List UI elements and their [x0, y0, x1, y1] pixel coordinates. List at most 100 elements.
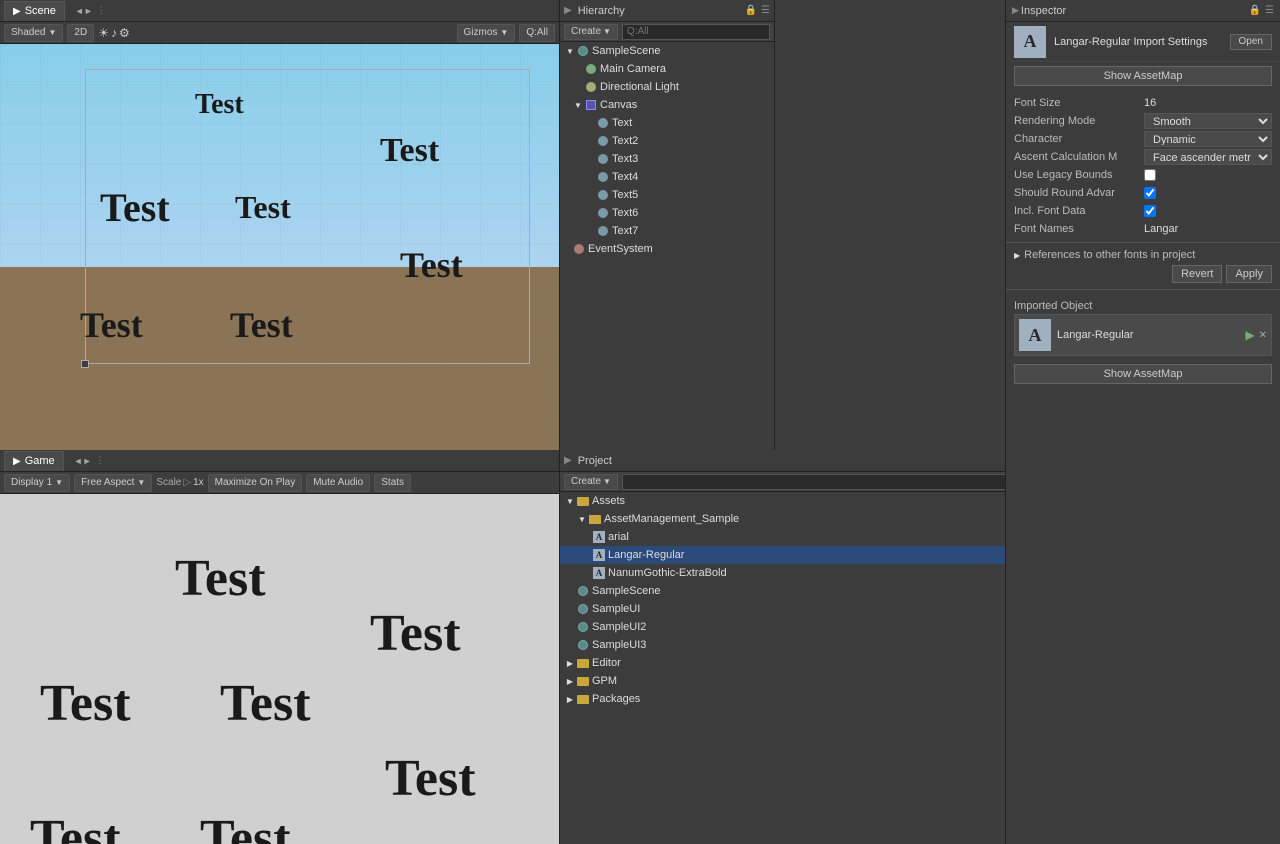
- sampleui2-icon: [576, 620, 590, 634]
- langar-font-icon: A: [592, 548, 606, 562]
- incl-font-row: Incl. Font Data: [1006, 202, 1280, 220]
- stats-btn[interactable]: Stats: [374, 474, 411, 492]
- scene-tab-bar: ▶ Scene ◄► ⋮: [0, 0, 559, 22]
- project-label-assetmgmt: AssetManagement_Sample: [604, 513, 739, 525]
- scene-tab-label: Scene: [25, 5, 56, 17]
- references-row[interactable]: ▶ References to other fonts in project: [1006, 247, 1280, 263]
- hierarchy-label-text2: Text2: [612, 135, 638, 147]
- game-test-7: Test: [200, 809, 291, 844]
- hierarchy-item-text3[interactable]: Text3: [560, 150, 774, 168]
- imported-preview-icon[interactable]: ▶: [1245, 328, 1254, 342]
- hierarchy-item-text5[interactable]: Text5: [560, 186, 774, 204]
- imported-font-icon: A: [1019, 319, 1051, 351]
- use-legacy-row: Use Legacy Bounds: [1006, 166, 1280, 184]
- lights-icon[interactable]: ☀: [98, 26, 109, 40]
- incl-font-checkbox[interactable]: [1144, 205, 1156, 217]
- hierarchy-item-text4[interactable]: Text4: [560, 168, 774, 186]
- audio-icon[interactable]: ♪: [111, 26, 117, 40]
- ascent-dropdown[interactable]: Face ascender metric: [1144, 149, 1272, 165]
- maximize-btn[interactable]: Maximize On Play: [208, 474, 303, 492]
- rendering-mode-dropdown[interactable]: Smooth: [1144, 113, 1272, 129]
- should-round-checkbox[interactable]: [1144, 187, 1156, 199]
- hierarchy-item-text6[interactable]: Text6: [560, 204, 774, 222]
- font-names-row: Font Names Langar: [1006, 220, 1280, 238]
- font-size-value: 16: [1144, 97, 1272, 109]
- hierarchy-item-main-camera[interactable]: Main Camera: [560, 60, 774, 78]
- game-viewport: Test Test Test Test Test Test Test: [0, 494, 559, 844]
- scale-control: Scale ▷ 1x: [156, 477, 203, 488]
- hierarchy-lock-icon[interactable]: 🔒: [745, 5, 757, 16]
- hierarchy-menu-icon[interactable]: ☰: [761, 5, 770, 16]
- shaded-dropdown[interactable]: Shaded ▼: [4, 24, 63, 42]
- project-label-langar: Langar-Regular: [608, 549, 684, 561]
- project-label-gpm: GPM: [592, 675, 617, 687]
- hierarchy-scene-root[interactable]: ▼ SampleScene: [560, 42, 774, 60]
- font-size-row: Font Size 16: [1006, 94, 1280, 112]
- show-assetmap-top-btn[interactable]: Show AssetMap: [1014, 66, 1272, 86]
- scene-test-2: Test: [380, 132, 439, 170]
- font-names-label: Font Names: [1014, 223, 1144, 235]
- hierarchy-item-canvas[interactable]: ▼ Canvas: [560, 96, 774, 114]
- imported-close-icon[interactable]: ✕: [1259, 330, 1267, 341]
- hierarchy-item-text7[interactable]: Text7: [560, 222, 774, 240]
- hierarchy-item-text1[interactable]: Text: [560, 114, 774, 132]
- hierarchy-header: ▶ Hierarchy 🔒 ☰: [560, 0, 774, 22]
- font-names-value: Langar: [1144, 223, 1272, 235]
- gpm-arrow: ▶: [564, 675, 576, 687]
- effects-icon[interactable]: ⚙: [119, 26, 130, 40]
- hierarchy-create-btn[interactable]: Create ▼: [564, 24, 618, 40]
- apply-btn[interactable]: Apply: [1226, 265, 1272, 283]
- project-label-sampleui2: SampleUI2: [592, 621, 646, 633]
- scale-slider-icon: ▷: [183, 477, 191, 488]
- aspect-dropdown[interactable]: Free Aspect ▼: [74, 474, 152, 492]
- game-test-3: Test: [40, 674, 131, 733]
- ascent-row: Ascent Calculation M Face ascender metri…: [1006, 148, 1280, 166]
- hierarchy-label-canvas: Canvas: [600, 99, 637, 111]
- light-icon: [584, 80, 598, 94]
- inspector-open-btn[interactable]: Open: [1230, 34, 1272, 50]
- hierarchy-tree: ▼ SampleScene Main Camera Directional Li…: [560, 42, 774, 450]
- scene-name: SampleScene: [592, 45, 661, 57]
- hierarchy-search-input[interactable]: [622, 24, 770, 40]
- hierarchy-item-eventsystem[interactable]: EventSystem: [560, 240, 774, 258]
- hierarchy-label-main-camera: Main Camera: [600, 63, 666, 75]
- hierarchy-label-text1: Text: [612, 117, 632, 129]
- rendering-mode-row: Rendering Mode Smooth: [1006, 112, 1280, 130]
- hierarchy-label-text5: Text5: [612, 189, 638, 201]
- nanum-font-icon: A: [592, 566, 606, 580]
- gizmos-dropdown[interactable]: Gizmos ▼: [457, 24, 516, 42]
- project-label-editor: Editor: [592, 657, 621, 669]
- display-dropdown[interactable]: Display 1 ▼: [4, 474, 70, 492]
- references-label: References to other fonts in project: [1024, 249, 1195, 261]
- scene-search[interactable]: Q:All: [519, 24, 555, 42]
- project-label-sampleui3: SampleUI3: [592, 639, 646, 651]
- text4-icon: [596, 170, 610, 184]
- character-dropdown[interactable]: Dynamic: [1144, 131, 1272, 147]
- rendering-mode-label: Rendering Mode: [1014, 115, 1144, 127]
- use-legacy-label: Use Legacy Bounds: [1014, 169, 1144, 181]
- game-toolbar: Display 1 ▼ Free Aspect ▼ Scale ▷ 1x Max…: [0, 472, 559, 494]
- text3-icon: [596, 152, 610, 166]
- hierarchy-label-text6: Text6: [612, 207, 638, 219]
- hierarchy-item-directional-light[interactable]: Directional Light: [560, 78, 774, 96]
- mute-audio-btn[interactable]: Mute Audio: [306, 474, 370, 492]
- scale-label: Scale: [156, 477, 181, 488]
- sampleui3-icon: [576, 638, 590, 652]
- hierarchy-item-text2[interactable]: Text2: [560, 132, 774, 150]
- revert-btn[interactable]: Revert: [1172, 265, 1222, 283]
- editor-arrow: ▶: [564, 657, 576, 669]
- show-assetmap-bottom-btn[interactable]: Show AssetMap: [1014, 364, 1272, 384]
- 2d-button[interactable]: 2D: [67, 24, 94, 42]
- scene-tab[interactable]: ▶ Scene: [4, 1, 65, 21]
- game-tab-label: Game: [25, 455, 55, 467]
- inspector-lock-icon[interactable]: 🔒: [1249, 5, 1261, 16]
- project-label-sampleui: SampleUI: [592, 603, 640, 615]
- use-legacy-checkbox[interactable]: [1144, 169, 1156, 181]
- inspector-menu-icon[interactable]: ☰: [1265, 5, 1274, 16]
- hierarchy-title: Hierarchy: [578, 5, 625, 17]
- inspector-top-bar: ▶ Inspector 🔒 ☰: [1006, 0, 1280, 22]
- game-tab[interactable]: ▶ Game: [4, 451, 64, 471]
- inspector-asset-title: Langar-Regular Import Settings: [1054, 36, 1222, 48]
- project-create-btn[interactable]: Create ▼: [564, 474, 618, 490]
- samplescene-icon: [576, 584, 590, 598]
